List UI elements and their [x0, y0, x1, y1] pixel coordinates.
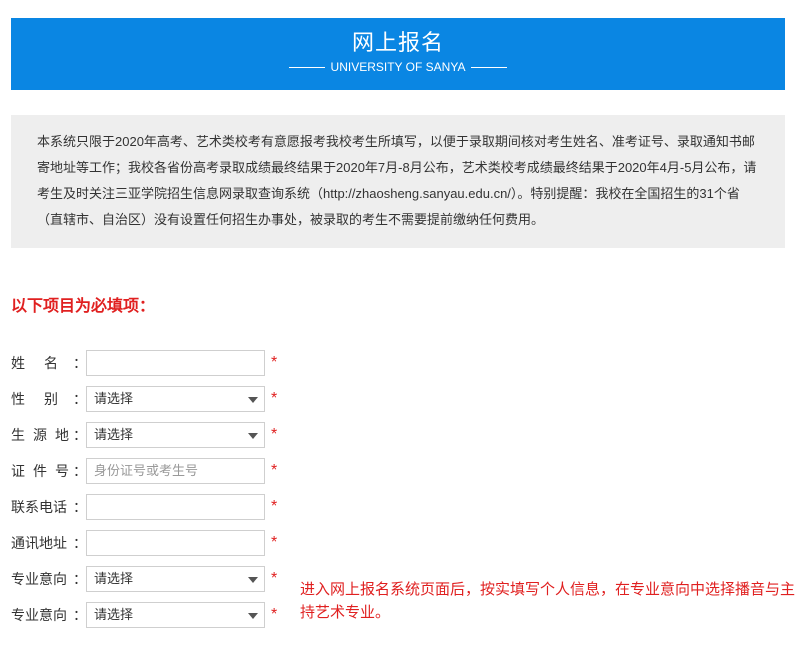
colon: ： — [73, 571, 87, 587]
origin-select-value: 请选择 — [94, 427, 134, 442]
colon: ： — [73, 355, 87, 371]
major-row-1: 专业意向 ： 请选择 * — [11, 566, 301, 592]
major-select-value: 请选择 — [94, 571, 134, 586]
major-select-1[interactable]: 请选择 — [86, 566, 265, 592]
page-banner: 网上报名 UNIVERSITY OF SANYA — [11, 18, 785, 90]
address-input[interactable] — [86, 530, 265, 556]
notice-box: 本系统只限于2020年高考、艺术类校考有意愿报考我校考生所填写，以便于录取期间核… — [11, 115, 785, 248]
chevron-down-icon — [248, 433, 258, 439]
major-row-2: 专业意向 ： 请选择 * — [11, 602, 301, 628]
required-mark: * — [271, 354, 278, 371]
phone-input[interactable] — [86, 494, 265, 520]
page-title: 网上报名 — [351, 30, 444, 55]
gender-select[interactable]: 请选择 — [86, 386, 265, 412]
required-mark: * — [271, 390, 278, 407]
required-mark: * — [271, 462, 278, 479]
chevron-down-icon — [248, 397, 258, 403]
gender-row: 性别 ： 请选择 * — [11, 386, 301, 412]
name-row: 姓名 ： * — [11, 350, 301, 376]
banner-subtitle-line: UNIVERSITY OF SANYA — [11, 60, 785, 74]
id-number-input[interactable]: 身份证号或考生号 — [86, 458, 265, 484]
required-heading: 以下项目为必填项： — [11, 298, 156, 315]
name-input[interactable] — [86, 350, 265, 376]
colon: ： — [73, 463, 87, 479]
chevron-down-icon — [248, 577, 258, 583]
major-select-2[interactable]: 请选择 — [86, 602, 265, 628]
colon: ： — [73, 535, 87, 551]
university-name: UNIVERSITY OF SANYA — [330, 60, 466, 74]
required-mark: * — [271, 534, 278, 551]
divider — [288, 67, 325, 69]
colon: ： — [73, 391, 87, 407]
instruction-note: 进入网上报名系统页面后，按实填写个人信息，在专业意向中选择播音与主持艺术专业。 — [300, 581, 796, 621]
chevron-down-icon — [248, 613, 258, 619]
required-mark: * — [271, 426, 278, 443]
colon: ： — [73, 607, 87, 623]
origin-row: 生源地 ： 请选择 * — [11, 422, 301, 448]
phone-row: 联系电话 ： * — [11, 494, 301, 520]
divider — [471, 67, 508, 69]
major-select-value: 请选择 — [94, 607, 134, 622]
required-mark: * — [271, 498, 278, 515]
address-row: 通讯地址 ： * — [11, 530, 301, 556]
colon: ： — [73, 427, 87, 443]
id-number-row: 证件号 ： 身份证号或考生号 * — [11, 458, 301, 484]
colon: ： — [73, 499, 87, 515]
origin-select[interactable]: 请选择 — [86, 422, 265, 448]
gender-select-value: 请选择 — [94, 391, 134, 406]
required-mark: * — [271, 606, 278, 623]
required-mark: * — [271, 570, 278, 587]
